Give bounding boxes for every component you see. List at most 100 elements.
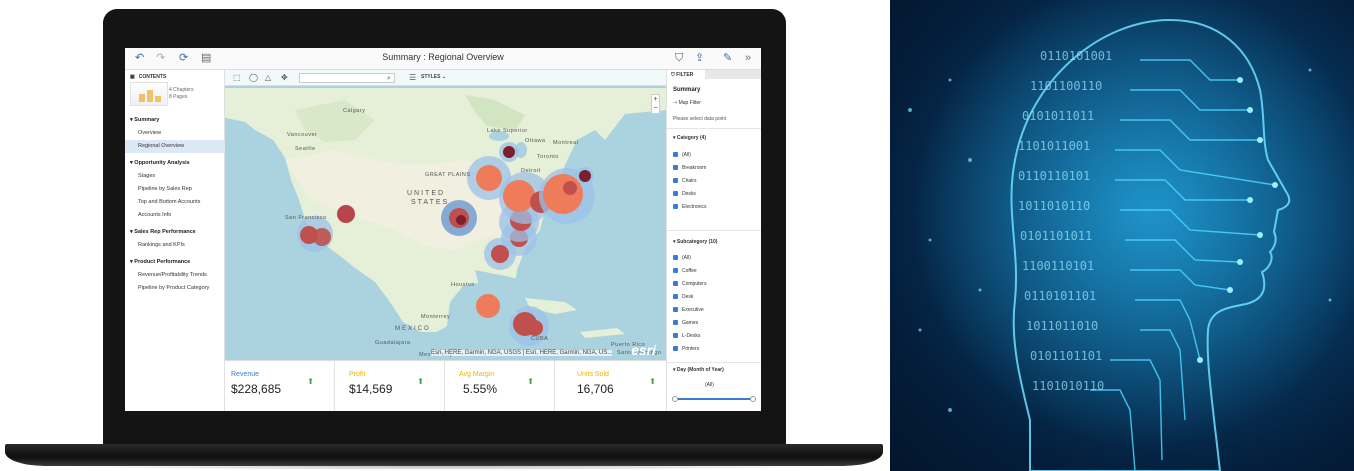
subcategory-checkbox[interactable]: Executive	[673, 305, 704, 315]
chapter-sales-rep-performance[interactable]: ▾ Sales Rep Performance	[125, 226, 225, 239]
kpi-label: Units Sold	[577, 371, 609, 378]
map-toolbar: ⬚ ◯ △ ✥ ⌕ ☰ STYLES ⌄	[225, 70, 666, 86]
subcategory-checkbox[interactable]: (All)	[673, 253, 691, 263]
filter-icon[interactable]: ⛉	[675, 52, 683, 65]
chevrons-icon[interactable]: »	[745, 52, 751, 65]
bubble-tn	[484, 238, 516, 270]
binary-row: 0101101101	[1030, 349, 1102, 363]
esri-logo: esri	[631, 342, 656, 358]
kpi-avg-margin[interactable]: Avg Margin 5.55% ⬆	[445, 361, 555, 411]
laptop-screen: ↶ ↷ ⟳ ▤ Summary : Regional Overview ⛉ ⇪ …	[125, 48, 761, 411]
bubble-boston	[576, 167, 594, 185]
zoom-control: + −	[651, 94, 660, 114]
map-label-ottawa: Ottawa	[525, 138, 546, 144]
subcategory-checkbox[interactable]: Coffee	[673, 266, 697, 276]
subcategory-checkbox[interactable]: Games	[673, 318, 698, 328]
page-stages[interactable]: Stages	[125, 170, 225, 183]
kpi-value: $228,685	[231, 382, 282, 396]
filter-tab-bar	[705, 70, 761, 79]
day-filter-value: (All)	[705, 382, 714, 388]
page-regional-overview[interactable]: Regional Overview	[125, 140, 225, 153]
subcategory-checkbox[interactable]: Computers	[673, 279, 706, 289]
map-search-input[interactable]	[299, 73, 395, 83]
subcategory-checkbox[interactable]: Printers	[673, 344, 699, 354]
map-label-calgary: Calgary	[343, 108, 366, 114]
kpi-value: 5.55%	[463, 382, 498, 396]
map-attribution: Esri, HERE, Garmin, NGA, USGS | Esri, HE…	[431, 350, 613, 356]
kpi-strip: Revenue $228,685 ⬆ Profit $14,569 ⬆ Avg …	[225, 360, 666, 411]
zoom-in-button[interactable]: +	[652, 95, 659, 104]
category-checkbox[interactable]: Chairs	[673, 176, 696, 186]
page-revenue-profitability[interactable]: Revenue/Profitability Trends	[125, 269, 225, 282]
divider	[667, 128, 761, 129]
map-label-seattle: Seattle	[295, 146, 316, 152]
bubble-la	[297, 216, 333, 252]
arrow-up-icon: ⬆	[307, 377, 314, 386]
page-overview[interactable]: Overview	[125, 127, 225, 140]
styles-dropdown[interactable]: STYLES ⌄	[421, 74, 446, 80]
regional-map[interactable]: Calgary Vancouver Seattle San Francisco …	[225, 70, 666, 360]
chapter-count: 4 Chapters	[169, 87, 194, 93]
binary-row: 1101011001	[1018, 139, 1090, 153]
app-toolbar: ↶ ↷ ⟳ ▤ Summary : Regional Overview ⛉ ⇪ …	[125, 48, 761, 70]
category-checkbox[interactable]: (All)	[673, 150, 691, 160]
map-label-united: UNITED	[407, 190, 446, 197]
layers-icon[interactable]: ☰	[409, 73, 416, 82]
kpi-profit[interactable]: Profit $14,569 ⬆	[335, 361, 445, 411]
page-pipeline-by-sales-rep[interactable]: Pipeline by Sales Rep	[125, 183, 225, 196]
filter-header: ⛉ FILTER	[671, 72, 694, 78]
page-top-bottom-accounts[interactable]: Top and Bottom Accounts	[125, 196, 225, 209]
slider-handle-max[interactable]	[750, 396, 756, 402]
category-checkbox[interactable]: Electronics	[673, 202, 706, 212]
select-lasso-icon[interactable]: △	[265, 73, 271, 82]
arrow-up-icon: ⬆	[527, 377, 534, 386]
day-filter-header[interactable]: ▾ Day (Month of Year)	[673, 365, 724, 375]
bubble-michigan	[499, 142, 519, 162]
map-filter-row[interactable]: ⇢ Map Filter	[673, 98, 701, 108]
chapter-product-performance[interactable]: ▾ Product Performance	[125, 256, 225, 269]
subcategory-checkbox[interactable]: Desk	[673, 292, 693, 302]
select-rect-icon[interactable]: ⬚	[233, 73, 241, 82]
ai-head-illustration: 0110101001 1101100110 0101011011 1101011…	[890, 0, 1354, 471]
map-label-vancouver: Vancouver	[287, 132, 318, 138]
subcategory-filter-header[interactable]: ▾ Subcategory (10)	[673, 237, 717, 247]
kpi-units-sold[interactable]: Units Sold 16,706 ⬆	[555, 361, 666, 411]
map-label-states: STATES	[411, 199, 450, 206]
day-range-slider[interactable]	[672, 396, 756, 402]
binary-row: 0110101101	[1024, 289, 1096, 303]
zoom-out-button[interactable]: −	[652, 104, 659, 113]
contents-sidebar: ▦ CONTENTS 4 Chapters 8 Pages ▾ Summary …	[125, 70, 225, 411]
binary-row: 0101101011	[1020, 229, 1092, 243]
category-filter-header[interactable]: ▾ Category (4)	[673, 133, 706, 143]
search-icon[interactable]: ⌕	[387, 74, 391, 83]
map-label-great-plains: GREAT PLAINS	[425, 172, 471, 178]
select-circle-icon[interactable]: ◯	[249, 73, 258, 82]
map-label-san-francisco: San Francisco	[285, 215, 327, 221]
book-thumbnail[interactable]	[130, 82, 168, 106]
pan-icon[interactable]: ✥	[281, 73, 288, 82]
contents-icon: ▦	[130, 74, 135, 80]
page-pipeline-by-product[interactable]: Pipeline by Product Category	[125, 282, 225, 295]
divider	[667, 230, 761, 231]
category-checkbox[interactable]: Desks	[673, 189, 696, 199]
kpi-label: Revenue	[231, 371, 260, 378]
page-rankings-kpis[interactable]: Rankings and KPIs	[125, 239, 225, 252]
category-checkbox[interactable]: Breakroom	[673, 163, 706, 173]
circuit-head-graphic: 0110101001 1101100110 0101011011 1101011…	[890, 0, 1354, 471]
chapter-summary[interactable]: ▾ Summary	[125, 114, 225, 127]
contents-header: ▦ CONTENTS	[130, 74, 166, 80]
kpi-value: $14,569	[349, 382, 393, 396]
slider-handle-min[interactable]	[672, 396, 678, 402]
map-label-toronto: Toronto	[537, 154, 559, 160]
chapter-opportunity-analysis[interactable]: ▾ Opportunity Analysis	[125, 157, 225, 170]
filter-panel: ⛉ FILTER Summary ⇢ Map Filter Please sel…	[666, 70, 761, 411]
map-label-mexico: MEXICO	[395, 326, 431, 332]
page-accounts-info[interactable]: Accounts Info	[125, 209, 225, 222]
share-icon[interactable]: ⇪	[695, 52, 704, 65]
subcategory-checkbox[interactable]: L-Desks	[673, 331, 700, 341]
map-label-houston: Houston	[451, 282, 475, 288]
page-title: Summary : Regional Overview	[382, 52, 504, 62]
kpi-revenue[interactable]: Revenue $228,685 ⬆	[225, 361, 335, 411]
bubble-texas	[476, 294, 500, 318]
edit-icon[interactable]: ✎	[723, 52, 732, 65]
